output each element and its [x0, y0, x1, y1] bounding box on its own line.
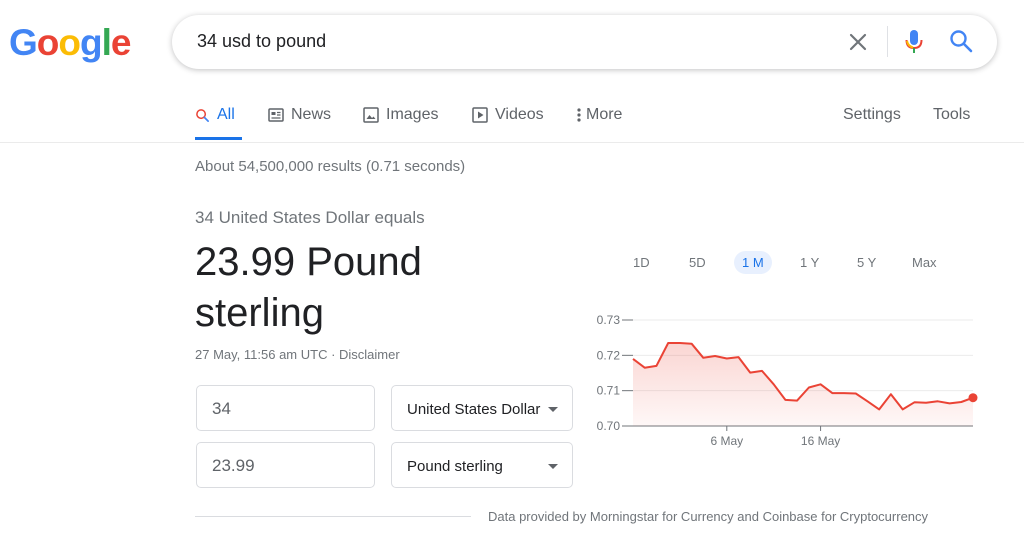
from-amount-field[interactable] [196, 385, 375, 431]
tab-videos[interactable]: Videos [472, 106, 544, 124]
range-1y[interactable]: 1 Y [800, 255, 819, 270]
y-tick-label: 0.73 [597, 313, 621, 327]
chevron-down-icon [548, 464, 558, 469]
to-currency-value: Pound sterling [407, 458, 503, 475]
to-currency-select[interactable]: Pound sterling [391, 442, 573, 488]
tab-all[interactable]: All [195, 106, 235, 124]
to-amount-field[interactable] [196, 442, 375, 488]
x-tick-label: 6 May [710, 434, 743, 448]
close-icon[interactable] [846, 30, 870, 54]
active-tab-indicator [195, 137, 242, 140]
tab-news[interactable]: News [268, 106, 331, 124]
y-tick-label: 0.71 [597, 384, 621, 398]
range-1m[interactable]: 1 M [734, 251, 772, 274]
tab-more[interactable]: More [576, 106, 622, 124]
range-5y[interactable]: 5 Y [857, 255, 876, 270]
timestamp[interactable]: 27 May, 11:56 am UTC · Disclaimer [195, 347, 400, 362]
logo-letter: o [36, 22, 60, 63]
result-line: sterling [195, 291, 324, 335]
data-attribution: Data provided by Morningstar for Currenc… [488, 509, 929, 524]
divider [195, 516, 471, 517]
x-tick-label: 16 May [801, 434, 840, 448]
result-line: 23.99 Pound [195, 240, 422, 284]
conversion-result: 23.99 Pound sterling [195, 237, 525, 339]
search-icon [196, 108, 209, 122]
more-vertical-icon [577, 108, 581, 122]
equals-label: 34 United States Dollar equals [195, 208, 425, 227]
tab-images[interactable]: Images [363, 106, 438, 124]
from-currency-select[interactable]: United States Dollar [391, 385, 573, 431]
microphone-icon[interactable] [902, 28, 926, 56]
tab-label: All [217, 106, 235, 123]
to-amount-input[interactable] [212, 456, 362, 476]
news-icon [268, 108, 284, 122]
exchange-rate-chart[interactable]: 0.73 0.72 0.71 0.70 6 May 16 May [583, 305, 978, 465]
from-currency-value: United States Dollar [407, 401, 541, 418]
tools-link[interactable]: Tools [933, 106, 970, 124]
tab-label: Images [386, 106, 439, 123]
y-tick-label: 0.70 [597, 419, 621, 433]
settings-link[interactable]: Settings [843, 106, 901, 124]
tab-label: News [291, 106, 332, 123]
tab-label: More [586, 106, 623, 123]
play-icon [472, 107, 488, 123]
range-5d[interactable]: 5D [689, 255, 706, 270]
logo-letter: o [58, 22, 81, 63]
search-box[interactable]: 34 usd to pound [172, 15, 997, 69]
range-1d[interactable]: 1D [633, 255, 650, 270]
divider [887, 26, 888, 57]
logo-letter: G [9, 22, 38, 63]
latest-point [968, 393, 978, 403]
search-tabs: All News Images Videos More Settings Too… [0, 100, 1024, 143]
google-logo[interactable]: Google [9, 22, 132, 64]
tab-label: Videos [495, 106, 544, 123]
y-tick-label: 0.72 [597, 348, 621, 362]
chevron-down-icon [548, 407, 558, 412]
from-amount-input[interactable] [212, 399, 362, 419]
logo-letter: l [101, 22, 112, 63]
image-icon [363, 107, 379, 123]
search-icon[interactable] [948, 28, 974, 54]
logo-letter: g [80, 22, 103, 63]
logo-letter: e [110, 22, 132, 63]
search-input[interactable]: 34 usd to pound [197, 31, 326, 52]
range-max[interactable]: Max [912, 255, 937, 270]
result-stats: About 54,500,000 results (0.71 seconds) [195, 158, 466, 175]
